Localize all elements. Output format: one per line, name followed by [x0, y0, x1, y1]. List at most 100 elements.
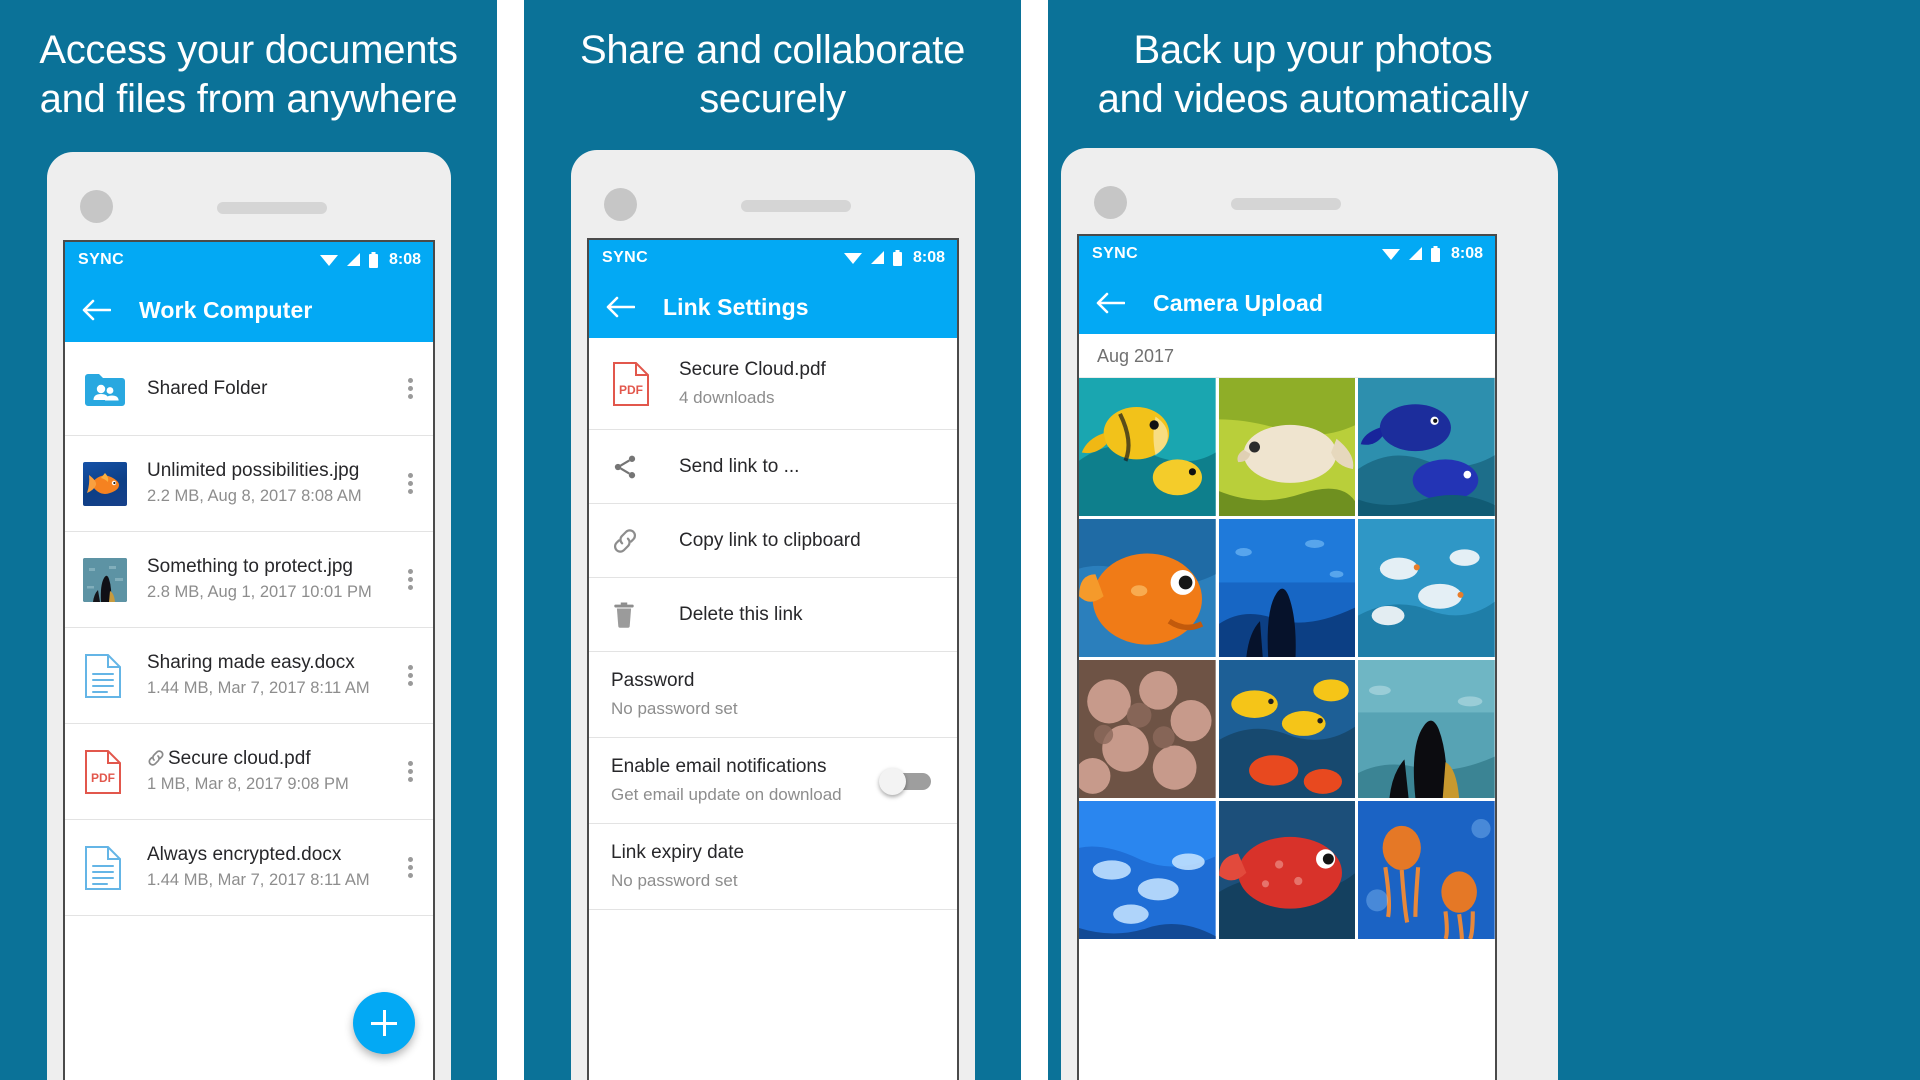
link-chain-icon	[148, 750, 164, 767]
month-header: Aug 2017	[1079, 334, 1495, 378]
file-meta: 1.44 MB, Mar 7, 2017 8:11 AM	[147, 871, 370, 890]
headline-line-1: Share and collaborate	[579, 28, 966, 72]
panel-divider	[1021, 0, 1048, 1080]
image-thumbnail-aquarium	[83, 557, 141, 602]
file-name: Something to protect.jpg	[147, 556, 353, 578]
setting-value: No password set	[611, 698, 738, 718]
trash-icon	[611, 601, 673, 629]
phone-screen-3: SYNC 8:08 Camera Upload Aug 2017	[1077, 234, 1497, 1080]
table-row[interactable]: Unlimited possibilities.jpg 2.2 MB, Aug …	[65, 436, 433, 532]
linked-file-row[interactable]: PDF Secure Cloud.pdf 4 downloads	[589, 338, 957, 430]
front-camera-icon	[80, 190, 113, 223]
table-row[interactable]: Shared Folder	[65, 342, 433, 436]
status-bar-2: SYNC 8:08	[589, 240, 957, 276]
file-name: Shared Folder	[147, 377, 268, 399]
file-name: Unlimited possibilities.jpg	[147, 460, 360, 482]
front-camera-icon	[604, 188, 637, 221]
file-name: Sharing made easy.docx	[147, 652, 355, 674]
file-meta: 1 MB, Mar 8, 2017 9:08 PM	[147, 775, 349, 794]
pdf-file-icon: PDF	[611, 361, 673, 407]
overflow-menu-icon[interactable]	[387, 375, 433, 402]
photo-thumbnail[interactable]	[1358, 519, 1495, 657]
clock-time: 8:08	[912, 249, 945, 266]
battery-icon	[892, 250, 902, 266]
phone-mockup-3: SYNC 8:08 Camera Upload Aug 2017	[1061, 148, 1558, 1080]
overflow-menu-icon[interactable]	[387, 566, 433, 593]
headline-line-1: Back up your photos	[1133, 28, 1493, 72]
table-row[interactable]: Sharing made easy.docx 1.44 MB, Mar 7, 2…	[65, 628, 433, 724]
file-meta: 1.44 MB, Mar 7, 2017 8:11 AM	[147, 679, 370, 698]
photo-thumbnail[interactable]	[1079, 660, 1216, 798]
file-meta: 2.8 MB, Aug 1, 2017 10:01 PM	[147, 583, 372, 602]
photo-thumbnail[interactable]	[1218, 801, 1356, 939]
signal-icon	[1408, 247, 1422, 260]
file-meta: 2.2 MB, Aug 8, 2017 8:08 AM	[147, 487, 362, 506]
photo-thumbnail[interactable]	[1358, 801, 1495, 939]
photo-thumbnail[interactable]	[1218, 378, 1356, 516]
status-bar-1: SYNC 8:08	[65, 242, 433, 278]
email-notifications-row[interactable]: Enable email notifications Get email upd…	[589, 738, 957, 824]
photo-thumbnail[interactable]	[1079, 519, 1216, 657]
promo-panel-1: Access your documents and files from any…	[0, 0, 497, 1080]
overflow-menu-icon[interactable]	[387, 854, 433, 881]
app-bar-3: Camera Upload	[1079, 272, 1495, 334]
copy-link-row[interactable]: Copy link to clipboard	[589, 504, 957, 578]
share-icon	[611, 453, 673, 481]
docx-file-icon	[83, 845, 141, 891]
image-thumbnail-goldfish	[83, 461, 141, 506]
table-row[interactable]: Something to protect.jpg 2.8 MB, Aug 1, …	[65, 532, 433, 628]
link-chain-icon	[611, 527, 673, 555]
overflow-menu-icon[interactable]	[387, 662, 433, 689]
photo-grid	[1079, 378, 1495, 939]
file-name: Secure cloud.pdf	[147, 747, 387, 771]
action-label: Copy link to clipboard	[679, 529, 861, 551]
arrow-back-icon[interactable]	[81, 298, 111, 322]
sync-label: SYNC	[1092, 245, 1139, 262]
wifi-icon	[319, 255, 338, 266]
delete-link-row[interactable]: Delete this link	[589, 578, 957, 652]
photo-thumbnail[interactable]	[1358, 378, 1495, 516]
earpiece-speaker	[1231, 198, 1341, 210]
action-label: Delete this link	[679, 603, 803, 625]
photo-thumbnail[interactable]	[1358, 660, 1495, 798]
docx-file-icon	[83, 653, 141, 699]
phone-screen-2: SYNC 8:08 Link Settings PDF Secure Cloud…	[587, 238, 959, 1080]
overflow-menu-icon[interactable]	[387, 758, 433, 785]
table-row[interactable]: PDF Secure cloud.pdf 1 MB, Mar 8, 2017 9…	[65, 724, 433, 820]
download-count: 4 downloads	[679, 387, 775, 407]
panel-3-headline: Back up your photos and videos automatic…	[1048, 26, 1578, 124]
headline-line-1: Access your documents	[39, 28, 458, 72]
app-bar-2: Link Settings	[589, 276, 957, 338]
promo-panel-3: Back up your photos and videos automatic…	[1048, 0, 1920, 1080]
photo-thumbnail[interactable]	[1079, 801, 1216, 939]
panel-1-headline: Access your documents and files from any…	[0, 26, 497, 124]
link-expiry-row[interactable]: Link expiry date No password set	[589, 824, 957, 910]
earpiece-speaker	[741, 200, 851, 212]
arrow-back-icon[interactable]	[1095, 291, 1125, 315]
add-file-fab[interactable]	[353, 992, 415, 1054]
photo-thumbnail[interactable]	[1218, 519, 1356, 657]
panel-2-headline: Share and collaborate securely	[524, 26, 1021, 124]
photo-thumbnail[interactable]	[1218, 660, 1356, 798]
pdf-file-icon: PDF	[83, 749, 141, 795]
earpiece-speaker	[217, 202, 327, 214]
headline-line-2: securely	[699, 76, 846, 121]
headline-line-2: and videos automatically	[1097, 76, 1529, 121]
svg-text:PDF: PDF	[91, 771, 115, 785]
promo-screenshot-set: Access your documents and files from any…	[0, 0, 1920, 1080]
table-row[interactable]: Always encrypted.docx 1.44 MB, Mar 7, 20…	[65, 820, 433, 916]
action-label: Send link to ...	[679, 455, 800, 477]
send-link-row[interactable]: Send link to ...	[589, 430, 957, 504]
photo-thumbnail[interactable]	[1079, 378, 1216, 516]
arrow-back-icon[interactable]	[605, 295, 635, 319]
phone-mockup-1: SYNC 8:08 Work Computer Shared Folder Un…	[47, 152, 451, 1080]
overflow-menu-icon[interactable]	[387, 470, 433, 497]
signal-icon	[346, 253, 360, 266]
promo-panel-2: Share and collaborate securely SYNC 8:08	[524, 0, 1021, 1080]
sync-label: SYNC	[78, 251, 125, 268]
headline-line-2: and files from anywhere	[39, 76, 458, 121]
password-setting-row[interactable]: Password No password set	[589, 652, 957, 738]
email-notifications-toggle[interactable]	[879, 767, 931, 795]
phone-mockup-2: SYNC 8:08 Link Settings PDF Secure Cloud…	[571, 150, 975, 1080]
file-name: Secure Cloud.pdf	[679, 359, 826, 381]
